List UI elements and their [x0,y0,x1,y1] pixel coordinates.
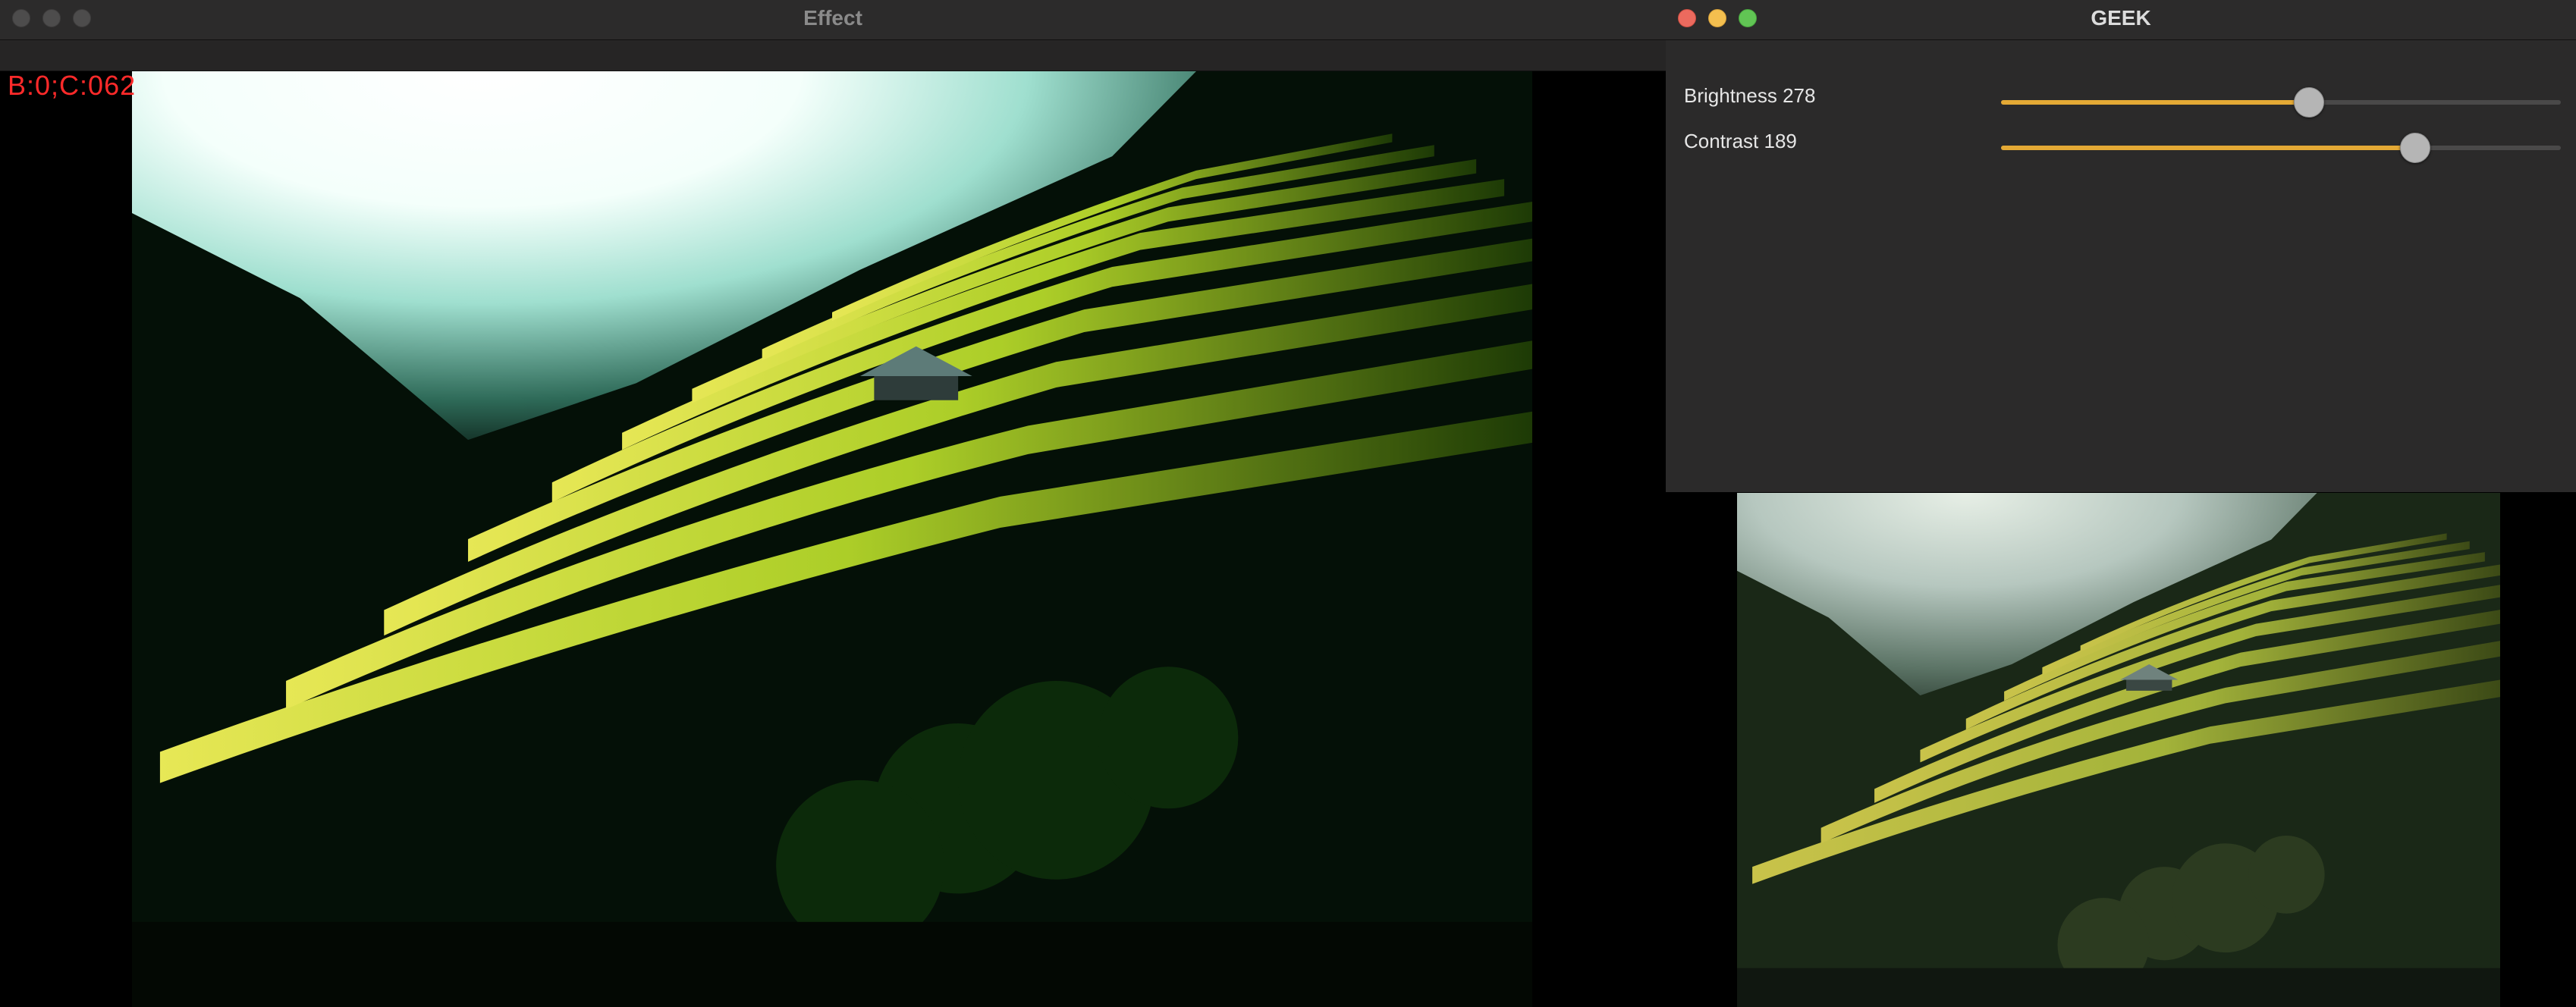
effect-title-bar[interactable]: Effect [0,0,1666,40]
overlay-text-tail: 62 [104,70,137,101]
effect-window: Effect B:0;C:062 [0,0,1666,1007]
terraced-field-image-original [1737,493,2500,1007]
geek-title-bar[interactable]: GEEK [1666,0,2576,40]
contrast-trackbar-row: Contrast 189 [1684,128,2564,163]
brightness-slider[interactable] [2001,87,2561,118]
effect-window-title: Effect [803,6,862,30]
brightness-slider-thumb[interactable] [2293,87,2324,118]
brightness-contrast-readout: B:0;C:062 [8,70,136,102]
trackbar-panel: Brightness 278 Contrast 189 [1666,40,2576,492]
geek-window-title: GEEK [2091,6,2151,30]
contrast-slider-fill [2001,146,2416,150]
brightness-slider-fill [2001,100,2309,105]
effect-canvas: B:0;C:062 [0,70,1666,1007]
contrast-slider-thumb[interactable] [2400,133,2431,163]
brightness-trackbar-row: Brightness 278 [1684,83,2564,118]
geek-window: GEEK Brightness 278 Contrast 189 [1666,0,2576,1007]
overlay-text-main: B:0;C:0 [8,70,105,101]
contrast-slider[interactable] [2001,133,2561,163]
brightness-label: Brightness 278 [1684,84,1816,107]
contrast-label: Contrast 189 [1684,130,1797,152]
terraced-field-image-processed [132,71,1532,1007]
effect-toolbar [0,40,1666,71]
